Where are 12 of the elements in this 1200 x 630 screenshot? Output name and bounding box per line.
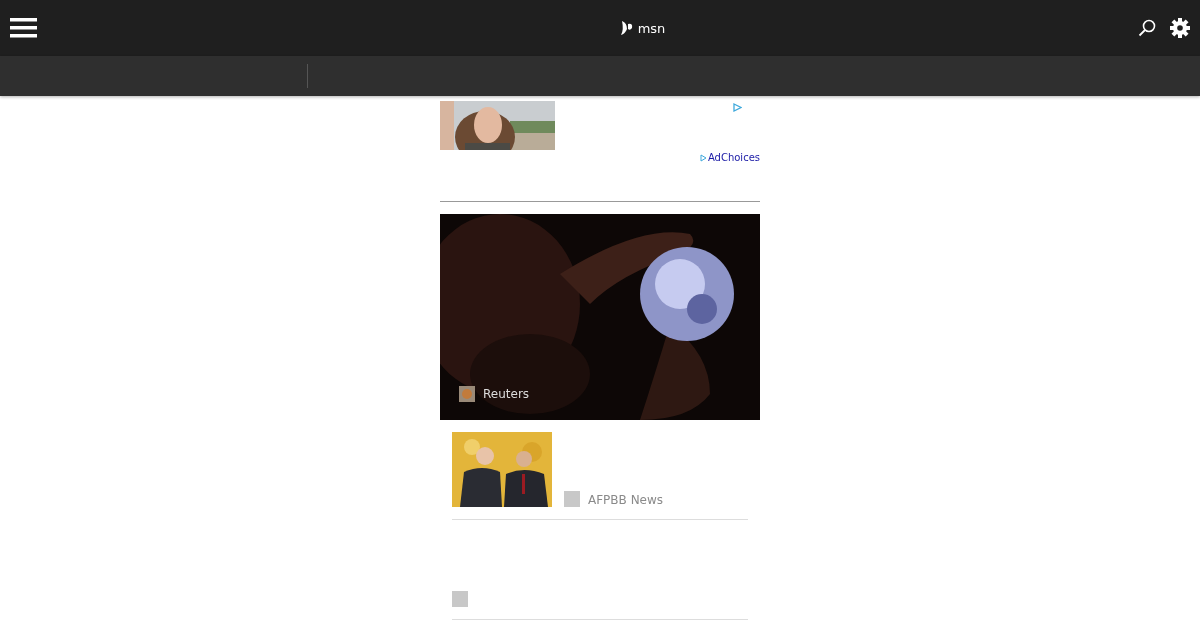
brand-name[interactable]: msn <box>637 20 666 36</box>
source-logo-icon <box>452 591 468 607</box>
settings-icon[interactable] <box>1170 18 1190 38</box>
play-triangle-icon[interactable] <box>733 103 742 112</box>
play-triangle-icon <box>699 153 707 162</box>
source-name: AFPBB News <box>588 493 664 507</box>
adchoices-link[interactable]: AdChoices <box>699 152 760 163</box>
source-logo-icon <box>459 386 475 402</box>
source-logo-icon <box>564 491 580 507</box>
search-icon[interactable] <box>1138 19 1156 37</box>
source-name: Reuters <box>483 387 530 401</box>
menu-icon[interactable] <box>10 18 37 38</box>
